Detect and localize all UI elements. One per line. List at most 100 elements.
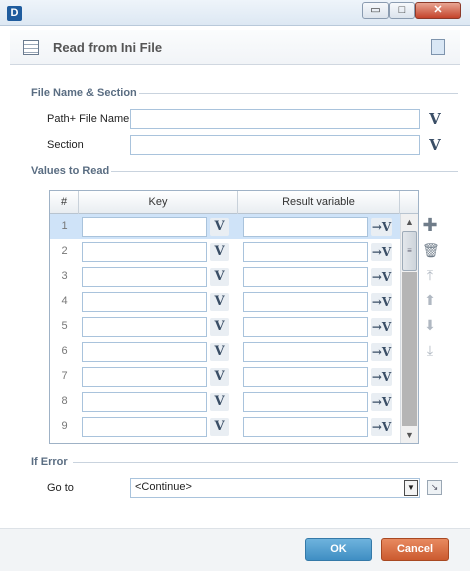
- section-input[interactable]: [130, 135, 420, 155]
- result-variable-button[interactable]: →V: [371, 368, 392, 386]
- result-input[interactable]: [243, 217, 368, 237]
- result-input[interactable]: [243, 317, 368, 337]
- row-number: 7: [61, 370, 68, 382]
- goto-selected-value: <Continue>: [135, 481, 192, 493]
- row-number: 2: [61, 245, 68, 257]
- key-variable-button[interactable]: V: [210, 368, 229, 386]
- key-variable-button[interactable]: V: [210, 343, 229, 361]
- key-variable-button[interactable]: V: [210, 243, 229, 261]
- title-bar: D ▭ □ ✕: [0, 0, 470, 26]
- goto-label: Go to: [47, 482, 74, 494]
- row-number: 4: [61, 295, 68, 307]
- section-title-file: File Name & Section: [31, 87, 137, 99]
- move-down-icon[interactable]: ⬇: [422, 317, 438, 333]
- section-label: Section: [47, 139, 84, 151]
- column-header-num: #: [50, 191, 79, 214]
- row-number: 8: [61, 395, 68, 407]
- table-icon: [23, 40, 39, 55]
- dialog-footer: OK Cancel: [0, 528, 470, 571]
- key-input[interactable]: [82, 217, 207, 237]
- row-number: 3: [61, 270, 68, 282]
- vertical-scrollbar[interactable]: ▲ ≡ ▼: [400, 214, 418, 443]
- table-row[interactable]: 8 V →V: [50, 389, 400, 414]
- result-variable-button[interactable]: →V: [371, 293, 392, 311]
- close-button[interactable]: ✕: [415, 2, 461, 19]
- result-input[interactable]: [243, 367, 368, 387]
- result-variable-button[interactable]: →V: [371, 393, 392, 411]
- maximize-button[interactable]: □: [389, 2, 415, 19]
- section-divider: [73, 462, 458, 463]
- result-variable-button[interactable]: →V: [371, 218, 392, 236]
- dialog-header: Read from Ini File: [10, 30, 460, 65]
- result-variable-button[interactable]: →V: [371, 268, 392, 286]
- scroll-thumb[interactable]: ≡: [402, 231, 417, 271]
- result-input[interactable]: [243, 267, 368, 287]
- section-title-values: Values to Read: [31, 165, 110, 177]
- section-divider: [111, 171, 458, 172]
- column-header-result[interactable]: Result variable: [238, 191, 400, 214]
- result-input[interactable]: [243, 242, 368, 262]
- move-bottom-icon[interactable]: ⤓: [422, 342, 438, 358]
- grid-rows: 1 V →V 2 V →V 3 V →V 4 V →V 5 V →V 6 V →…: [50, 214, 400, 439]
- path-label: Path+ File Name: [47, 113, 130, 125]
- table-row[interactable]: 7 V →V: [50, 364, 400, 389]
- table-row[interactable]: 9 V →V: [50, 414, 400, 439]
- move-top-icon[interactable]: ⤒: [422, 267, 438, 283]
- table-row[interactable]: 4 V →V: [50, 289, 400, 314]
- table-row[interactable]: 5 V →V: [50, 314, 400, 339]
- result-input[interactable]: [243, 417, 368, 437]
- path-input[interactable]: [130, 109, 420, 129]
- add-icon[interactable]: ✚: [422, 216, 438, 234]
- key-variable-button[interactable]: V: [210, 318, 229, 336]
- key-variable-button[interactable]: V: [210, 218, 229, 236]
- move-up-icon[interactable]: ⬆: [422, 292, 438, 308]
- note-icon[interactable]: [431, 39, 445, 55]
- table-row[interactable]: 1 V →V: [50, 214, 400, 239]
- key-variable-button[interactable]: V: [210, 293, 229, 311]
- result-input[interactable]: [243, 342, 368, 362]
- key-input[interactable]: [82, 417, 207, 437]
- key-input[interactable]: [82, 292, 207, 312]
- goto-select[interactable]: <Continue> ▼: [130, 478, 420, 498]
- table-row[interactable]: 6 V →V: [50, 339, 400, 364]
- scroll-up-icon[interactable]: ▲: [401, 214, 418, 230]
- scroll-down-icon[interactable]: ▼: [401, 427, 418, 443]
- column-header-key[interactable]: Key: [79, 191, 238, 214]
- key-variable-button[interactable]: V: [210, 393, 229, 411]
- row-number: 5: [61, 320, 68, 332]
- values-grid: # Key Result variable 1 V →V 2 V →V 3 V …: [49, 190, 419, 444]
- row-number: 6: [61, 345, 68, 357]
- key-input[interactable]: [82, 392, 207, 412]
- key-input[interactable]: [82, 342, 207, 362]
- table-row[interactable]: 3 V →V: [50, 264, 400, 289]
- row-number: 9: [61, 420, 68, 432]
- result-variable-button[interactable]: →V: [371, 243, 392, 261]
- row-number: 1: [61, 220, 68, 232]
- goto-jump-icon[interactable]: ↘: [427, 480, 442, 495]
- scroll-track[interactable]: [402, 272, 417, 426]
- key-input[interactable]: [82, 367, 207, 387]
- delete-icon[interactable]: 🗑: [422, 242, 440, 258]
- result-variable-button[interactable]: →V: [371, 343, 392, 361]
- key-input[interactable]: [82, 242, 207, 262]
- dialog-title: Read from Ini File: [53, 40, 163, 55]
- section-title-error: If Error: [31, 456, 68, 468]
- section-variable-button[interactable]: V: [426, 136, 444, 154]
- result-input[interactable]: [243, 292, 368, 312]
- minimize-button[interactable]: ▭: [362, 2, 389, 19]
- result-input[interactable]: [243, 392, 368, 412]
- result-variable-button[interactable]: →V: [371, 418, 392, 436]
- chevron-down-icon[interactable]: ▼: [404, 480, 418, 496]
- table-row[interactable]: 2 V →V: [50, 239, 400, 264]
- key-variable-button[interactable]: V: [210, 418, 229, 436]
- grid-header: # Key Result variable: [50, 191, 418, 214]
- cancel-button[interactable]: Cancel: [381, 538, 449, 561]
- section-divider: [139, 93, 458, 94]
- key-variable-button[interactable]: V: [210, 268, 229, 286]
- app-logo-icon: D: [7, 6, 22, 21]
- path-variable-button[interactable]: V: [426, 110, 444, 128]
- key-input[interactable]: [82, 267, 207, 287]
- ok-button[interactable]: OK: [305, 538, 372, 561]
- key-input[interactable]: [82, 317, 207, 337]
- result-variable-button[interactable]: →V: [371, 318, 392, 336]
